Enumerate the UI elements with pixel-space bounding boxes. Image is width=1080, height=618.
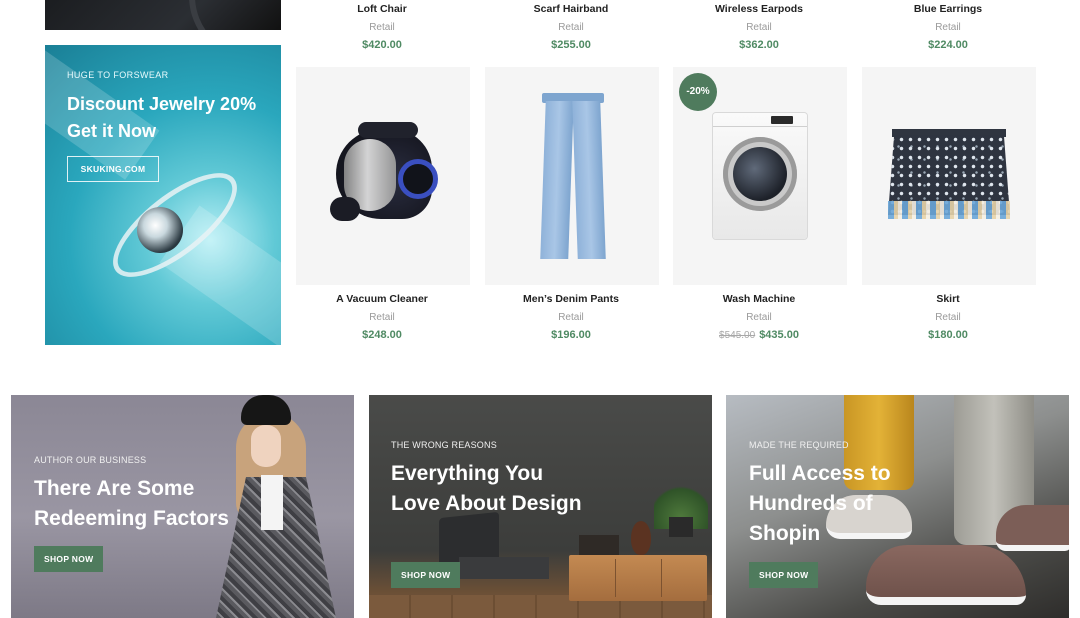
sneaker-brown [866,545,1026,605]
product-category: Retail [935,22,961,33]
product-category: Retail [369,312,395,323]
banner-kicker: MADE THE REQUIRED [749,440,849,450]
shop-now-button[interactable]: SHOP NOW [749,562,819,588]
product-price: $196.00 [551,329,591,341]
vase [631,521,651,555]
product-name[interactable]: Men’s Denim Pants [485,293,657,305]
banner-full-access[interactable]: MADE THE REQUIRED Full Access to Hundred… [726,395,1069,618]
product-name[interactable]: Skirt [862,293,1034,305]
product-name[interactable]: Scarf Hairband [485,3,657,15]
promo-link-button[interactable]: SKUKING.COM [67,156,159,182]
banner-redeeming-factors[interactable]: AUTHOR OUR BUSINESS There Are Some Redee… [11,395,354,618]
model-shirt [261,475,283,530]
product-image-denim-pants[interactable] [485,67,659,285]
product-price-group: $545.00 $435.00 [673,329,845,341]
product-card-wash-machine[interactable]: Wash Machine Retail $545.00 $435.00 [673,293,845,341]
product-name[interactable]: Loft Chair [296,3,468,15]
product-category: Retail [746,312,772,323]
product-image-skirt[interactable] [862,67,1036,285]
promo-title: Discount Jewelry 20% Get it Now [67,94,257,141]
banner-design[interactable]: THE WRONG REASONS Everything You Love Ab… [369,395,712,618]
product-price: $255.00 [551,39,591,51]
plant-pot [669,517,693,537]
lounge-chair-seat [459,557,549,579]
product-category: Retail [369,22,395,33]
product-card-wireless-earpods[interactable]: Wireless Earpods Retail $362.00 [673,3,845,51]
vacuum-wheel [398,159,438,199]
vacuum-handle [358,122,418,138]
product-card-scarf-hairband[interactable]: Scarf Hairband Retail $255.00 [485,3,657,51]
product-card-vacuum-cleaner[interactable]: A Vacuum Cleaner Retail $248.00 [296,293,468,341]
washer-glass [733,147,787,201]
jewelry-promo-banner[interactable]: HUGE TO FORSWEAR Discount Jewelry 20% Ge… [45,45,281,345]
jeans-right-leg [572,101,606,259]
skirt-hem [888,201,1010,219]
promo-kicker: HUGE TO FORSWEAR [67,70,169,80]
product-card-blue-earrings[interactable]: Blue Earrings Retail $224.00 [862,3,1034,51]
banner-title: There Are Some Redeeming Factors [34,477,229,530]
banner-kicker: AUTHOR OUR BUSINESS [34,455,147,465]
product-price: $420.00 [362,39,402,51]
product-name[interactable]: A Vacuum Cleaner [296,293,468,305]
product-price: $248.00 [362,329,402,341]
diamond-image [137,207,183,253]
product-name[interactable]: Blue Earrings [862,3,1034,15]
shop-now-button[interactable]: SHOP NOW [391,562,461,588]
product-image-vacuum-cleaner[interactable] [296,67,470,285]
banner-title: Full Access to Hundreds of Shopin [749,462,891,545]
sneaker-brown [996,505,1069,551]
product-card-loft-chair[interactable]: Loft Chair Retail $420.00 [296,3,468,51]
model-face [251,425,281,467]
product-old-price: $545.00 [719,330,756,341]
shop-now-button[interactable]: SHOP NOW [34,546,104,572]
product-price: $362.00 [739,39,779,51]
product-price: $180.00 [928,329,968,341]
product-price: $224.00 [928,39,968,51]
product-image-washing-machine[interactable]: -20% [673,67,847,285]
product-category: Retail [558,312,584,323]
product-category: Retail [558,22,584,33]
record-player [579,535,619,555]
washer-display [771,116,793,124]
sale-badge: -20% [679,73,717,111]
product-name[interactable]: Wash Machine [673,293,845,305]
product-card-skirt[interactable]: Skirt Retail $180.00 [862,293,1034,341]
model-hat [241,395,291,425]
product-category: Retail [746,22,772,33]
banner-title: Everything You Love About Design [391,462,582,515]
jeans-left-leg [540,101,574,259]
top-left-banner-image[interactable] [45,0,281,30]
product-price: $435.00 [759,329,799,341]
product-name[interactable]: Wireless Earpods [673,3,845,15]
product-category: Retail [935,312,961,323]
product-card-denim-pants[interactable]: Men’s Denim Pants Retail $196.00 [485,293,657,341]
wooden-cabinet [569,555,707,601]
vacuum-hose-inlet [330,197,360,221]
banner-kicker: THE WRONG REASONS [391,440,497,450]
